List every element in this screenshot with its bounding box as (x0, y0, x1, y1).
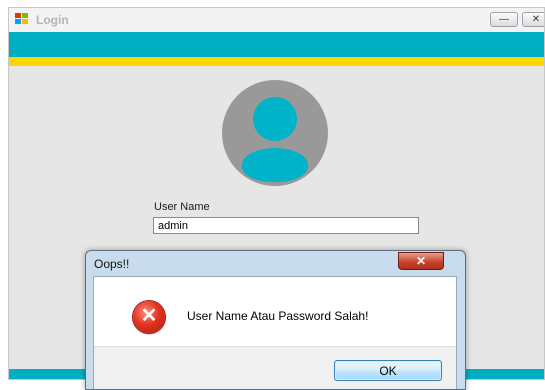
dialog-title: Oops!! (94, 257, 130, 271)
error-icon: ✕ (133, 301, 165, 333)
window-titlebar[interactable]: Login — ✕ (9, 8, 544, 33)
minimize-button[interactable]: — (490, 12, 518, 27)
avatar-body (242, 148, 308, 182)
dialog-message: User Name Atau Password Salah! (187, 309, 369, 323)
ok-button[interactable]: OK (334, 360, 442, 381)
avatar-head (253, 97, 297, 141)
error-dialog: Oops!! ✕ ✕ User Name Atau Password Salah… (85, 250, 466, 390)
user-avatar-icon (222, 80, 328, 186)
dialog-footer: OK (94, 346, 456, 389)
header-band (9, 32, 544, 57)
username-label: User Name (154, 201, 210, 213)
header-accent-stripe (9, 57, 544, 66)
window-close-button[interactable]: ✕ (522, 12, 544, 27)
username-field[interactable] (153, 217, 419, 234)
dialog-close-button[interactable]: ✕ (398, 252, 444, 270)
app-icon (15, 13, 29, 25)
window-title: Login (36, 13, 69, 27)
dialog-body: ✕ User Name Atau Password Salah! OK (93, 276, 457, 389)
